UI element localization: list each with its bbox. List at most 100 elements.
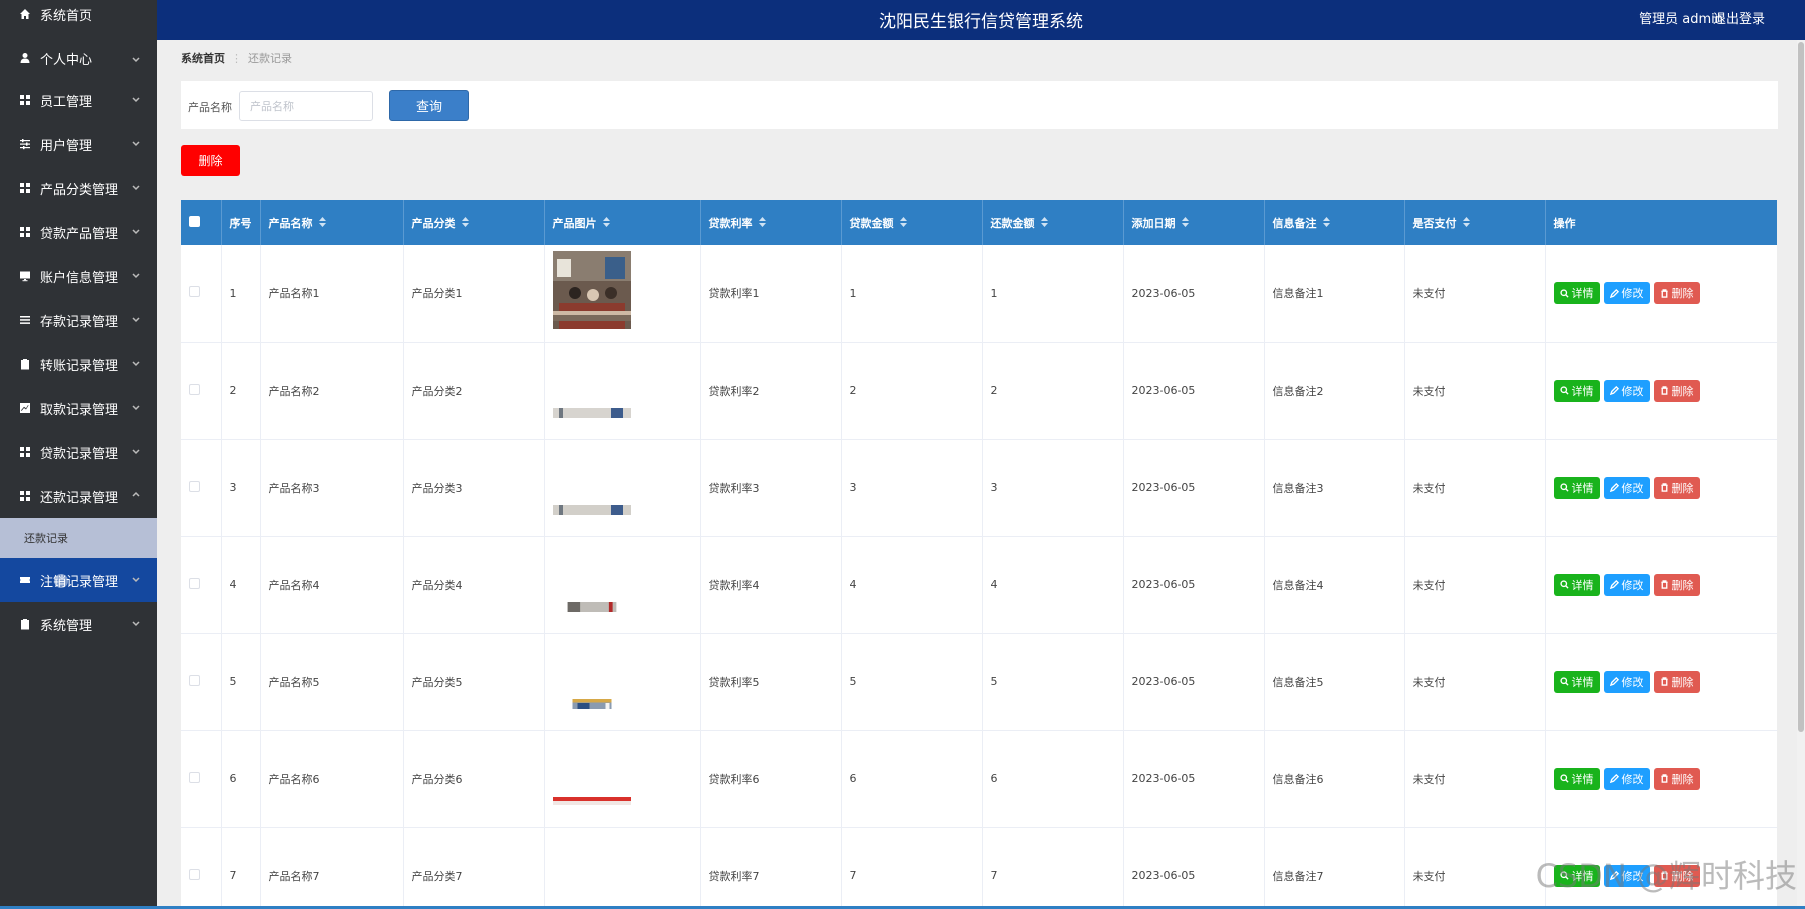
table-cell bbox=[181, 536, 222, 634]
sort-icon[interactable] bbox=[318, 217, 326, 230]
column-header[interactable]: 信息备注 bbox=[1264, 200, 1405, 245]
add-date-cell-text: 2023-06-05 bbox=[1131, 384, 1196, 397]
product-name-input[interactable] bbox=[239, 91, 373, 121]
breadcrumb-home[interactable]: 系统首页 bbox=[181, 52, 225, 65]
sidebar-item-9[interactable]: 取款记录管理 bbox=[0, 386, 157, 430]
product-image[interactable] bbox=[552, 407, 700, 418]
row-checkbox[interactable] bbox=[189, 480, 200, 492]
column-header[interactable]: 贷款金额 bbox=[841, 200, 983, 245]
row-checkbox[interactable] bbox=[189, 286, 200, 298]
note-cell: 信息备注6 bbox=[1264, 730, 1405, 828]
column-header[interactable]: 是否支付 bbox=[1404, 200, 1546, 245]
sidebar-item-5[interactable]: 贷款产品管理 bbox=[0, 210, 157, 254]
delete-button[interactable]: 删除 bbox=[1653, 767, 1700, 790]
watermark-text: CSDN @辉时科技 bbox=[1535, 857, 1797, 895]
edit-label: 修改 bbox=[1621, 384, 1644, 398]
table-cell: 详情 修改 删除 bbox=[1545, 730, 1777, 828]
search-button[interactable]: 查询 bbox=[389, 90, 469, 121]
paid-status-cell: 未支付 bbox=[1404, 439, 1546, 537]
delete-button[interactable]: 删除 bbox=[1653, 476, 1700, 499]
detail-button[interactable]: 详情 bbox=[1553, 476, 1600, 499]
sort-icon[interactable] bbox=[758, 217, 766, 230]
row-index-text: 5 bbox=[229, 675, 237, 688]
product-image[interactable] bbox=[552, 504, 700, 515]
sidebar-item-2[interactable]: 员工管理 bbox=[0, 78, 157, 122]
sidebar-item-1[interactable]: 个人中心 bbox=[0, 38, 157, 78]
detail-button[interactable]: 详情 bbox=[1553, 282, 1600, 305]
batch-delete-button[interactable]: 删除 bbox=[181, 145, 240, 176]
logout-link[interactable]: 退出登录 bbox=[1713, 8, 1765, 27]
row-index: 1 bbox=[221, 245, 261, 343]
table-row: 6 产品名称6 产品分类6 贷款利率6 6 6 2023-06-05 信息备注6 未支付 详情 修改… bbox=[181, 698, 1777, 828]
column-header[interactable]: 添加日期 bbox=[1123, 200, 1265, 245]
sidebar-item-label: 贷款产品管理 bbox=[40, 226, 119, 242]
add-date-cell: 2023-06-05 bbox=[1123, 730, 1265, 828]
scrollbar-thumb[interactable] bbox=[1798, 42, 1804, 732]
edit-button[interactable]: 修改 bbox=[1603, 379, 1650, 402]
sidebar-item-13[interactable]: 系统管理 bbox=[0, 602, 157, 646]
edit-button[interactable]: 修改 bbox=[1603, 767, 1650, 790]
delete-button[interactable]: 删除 bbox=[1653, 379, 1700, 402]
sidebar-item-11[interactable]: 还款记录管理 bbox=[0, 474, 157, 518]
product-image[interactable] bbox=[553, 601, 700, 612]
note-cell-text: 信息备注5 bbox=[1272, 675, 1324, 689]
paid-status-cell: 未支付 bbox=[1404, 342, 1546, 440]
sort-icon[interactable] bbox=[602, 217, 610, 230]
sidebar-item-12[interactable]: 注销记录管理 bbox=[0, 558, 157, 602]
product-category-cell-text: 产品分类4 bbox=[411, 578, 463, 592]
sidebar-item-label: 存款记录管理 bbox=[40, 314, 119, 330]
edit-icon bbox=[1609, 288, 1622, 298]
sort-icon[interactable] bbox=[1462, 217, 1470, 230]
sort-icon[interactable] bbox=[1322, 217, 1330, 230]
column-header[interactable]: 还款金额 bbox=[982, 200, 1124, 245]
product-name-cell-text: 产品名称6 bbox=[268, 772, 320, 786]
column-header[interactable]: 产品分类 bbox=[403, 200, 545, 245]
table-cell: 详情 修改 删除 bbox=[1545, 439, 1777, 537]
loan-rate-cell-text: 贷款利率7 bbox=[708, 869, 760, 883]
column-header[interactable]: 贷款利率 bbox=[700, 200, 842, 245]
row-checkbox[interactable] bbox=[189, 577, 200, 589]
sidebar-item-6[interactable]: 账户信息管理 bbox=[0, 254, 157, 298]
delete-button[interactable]: 删除 bbox=[1653, 573, 1700, 596]
table-cell bbox=[181, 633, 222, 731]
detail-button[interactable]: 详情 bbox=[1553, 573, 1600, 596]
sidebar-item-8[interactable]: 转账记录管理 bbox=[0, 342, 157, 386]
delete-label: 删除 bbox=[1671, 287, 1694, 301]
detail-button[interactable]: 详情 bbox=[1553, 670, 1600, 693]
column-header[interactable]: 产品名称 bbox=[260, 200, 404, 245]
edit-button[interactable]: 修改 bbox=[1603, 282, 1650, 305]
sort-icon[interactable] bbox=[461, 217, 469, 230]
sidebar-item-3[interactable]: 用户管理 bbox=[0, 122, 157, 166]
sort-icon[interactable] bbox=[1040, 217, 1048, 230]
trash-icon bbox=[1660, 774, 1672, 783]
edit-label: 修改 bbox=[1621, 578, 1644, 592]
edit-button[interactable]: 修改 bbox=[1603, 476, 1650, 499]
sidebar-item-7[interactable]: 存款记录管理 bbox=[0, 298, 157, 342]
submenu-item-repayment-record[interactable]: 还款记录 bbox=[0, 518, 157, 558]
select-all-checkbox[interactable] bbox=[189, 215, 200, 227]
sidebar-item-10[interactable]: 贷款记录管理 bbox=[0, 430, 157, 474]
sidebar-item-0[interactable]: 系统首页 bbox=[0, 0, 157, 28]
sort-icon[interactable] bbox=[899, 217, 907, 230]
row-checkbox[interactable] bbox=[189, 674, 200, 686]
detail-button[interactable]: 详情 bbox=[1553, 767, 1600, 790]
product-image[interactable] bbox=[552, 796, 700, 806]
row-checkbox[interactable] bbox=[189, 868, 200, 880]
detail-button[interactable]: 详情 bbox=[1553, 379, 1600, 402]
sort-icon[interactable] bbox=[1181, 217, 1189, 230]
table-cell: 详情 修改 删除 bbox=[1545, 245, 1777, 343]
row-checkbox[interactable] bbox=[189, 771, 200, 783]
product-image[interactable] bbox=[553, 698, 700, 709]
page-scrollbar[interactable] bbox=[1797, 40, 1805, 909]
add-date-cell-text: 2023-06-05 bbox=[1131, 578, 1196, 591]
column-header[interactable]: 产品图片 bbox=[544, 200, 701, 245]
edit-button[interactable]: 修改 bbox=[1603, 573, 1650, 596]
delete-button[interactable]: 删除 bbox=[1653, 282, 1700, 305]
delete-button[interactable]: 删除 bbox=[1653, 670, 1700, 693]
select-all-header[interactable] bbox=[181, 200, 222, 245]
edit-button[interactable]: 修改 bbox=[1603, 670, 1650, 693]
sidebar-item-4[interactable]: 产品分类管理 bbox=[0, 166, 157, 210]
product-image[interactable] bbox=[552, 310, 700, 321]
loan-amount-cell-text: 5 bbox=[849, 675, 857, 688]
row-checkbox[interactable] bbox=[189, 383, 200, 395]
